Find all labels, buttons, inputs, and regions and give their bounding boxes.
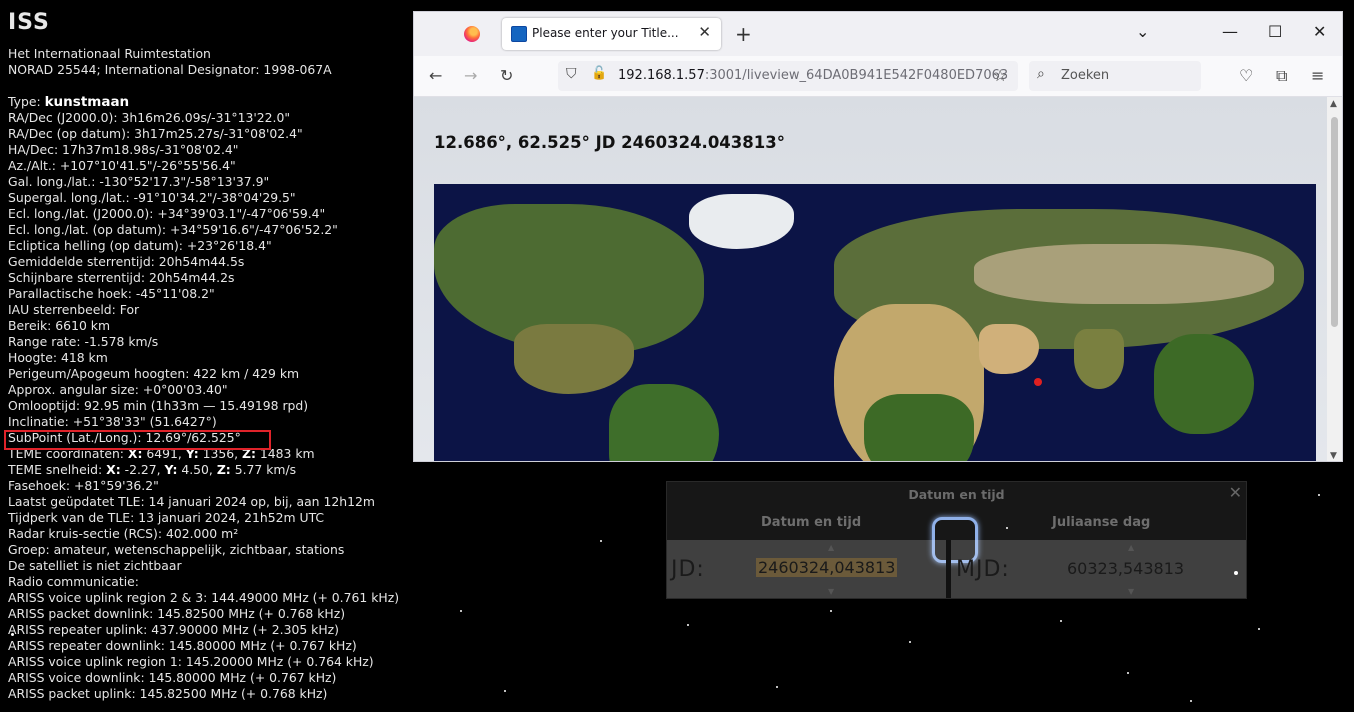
search-bar[interactable]: ⌕ Zoeken	[1029, 61, 1201, 91]
info-line: Ecl. long./lat. (J2000.0): +34°39'03.1"/…	[8, 206, 326, 221]
url-bar[interactable]: ⛉ 🔓 192.168.1.57:3001/liveview_64DA0B941…	[558, 61, 1018, 91]
object-type-line: Type: kunstmaan	[8, 94, 130, 110]
info-lines-bottom: Fasehoek: +81°59'36.2" Laatst geüpdatet T…	[8, 478, 448, 702]
info-line: ARISS voice downlink: 145.80000 MHz (+ 0…	[8, 670, 337, 685]
info-line: IAU sterrenbeeld: For	[8, 302, 140, 317]
info-line: ARISS repeater downlink: 145.80000 MHz (…	[8, 638, 357, 653]
date-time-dialog: Datum en tijd ✕ Datum en tijd Juliaanse …	[666, 481, 1247, 599]
pocket-icon[interactable]: ♡	[1239, 66, 1253, 85]
info-line: ARISS voice uplink region 1: 145.20000 M…	[8, 654, 374, 669]
object-title: ISS	[8, 10, 50, 35]
navigation-toolbar: ← → ↻ ⛉ 🔓 192.168.1.57:3001/liveview_64D…	[414, 56, 1342, 97]
info-lines: RA/Dec (J2000.0): 3h16m26.09s/-31°13'22.…	[8, 110, 448, 446]
info-line: Laatst geüpdatet TLE: 14 januari 2024 op…	[8, 494, 375, 509]
tab-datum-en-tijd[interactable]: Datum en tijd	[761, 515, 861, 530]
info-line: ARISS packet downlink: 145.82500 MHz (+ …	[8, 606, 346, 621]
divider	[946, 540, 951, 598]
scroll-down-icon[interactable]: ▼	[1330, 451, 1337, 461]
info-line: Range rate: -1.578 km/s	[8, 334, 159, 349]
info-line: Omlooptijd: 92.95 min (1h33m — 15.49198 …	[8, 398, 309, 413]
back-icon[interactable]: ←	[429, 66, 442, 85]
info-line: Inclinatie: +51°38'33" (51.6427°)	[8, 414, 217, 429]
window-close-icon[interactable]: ✕	[1313, 22, 1326, 41]
info-line: RA/Dec (J2000.0): 3h16m26.09s/-31°13'22.…	[8, 110, 291, 125]
info-line: Supergal. long./lat.: -91°10'34.2"/-38°0…	[8, 190, 296, 205]
page-content: 12.686°, 62.525° JD 2460324.043813°	[414, 97, 1329, 461]
info-line: ARISS repeater uplink: 437.90000 MHz (+ …	[8, 622, 339, 637]
bookmark-star-icon[interactable]: ☆	[993, 66, 1007, 85]
info-line: Schijnbare sterrentijd: 20h54m44.2s	[8, 270, 235, 285]
page-scrollbar[interactable]: ▲ ▼	[1327, 97, 1342, 461]
jd-increment-icon[interactable]: ▲	[828, 543, 834, 552]
info-line: Ecliptica helling (op datum): +23°26'18.…	[8, 238, 272, 253]
info-line: Gemiddelde sterrentijd: 20h54m44.5s	[8, 254, 245, 269]
info-line: Radar kruis-sectie (RCS): 402.000 m²	[8, 526, 239, 541]
new-tab-icon[interactable]: +	[735, 22, 752, 46]
info-line: Tijdperk van de TLE: 13 januari 2024, 21…	[8, 510, 325, 525]
info-line: Parallactische hoek: -45°11'08.2"	[8, 286, 215, 301]
info-line: Groep: amateur, wetenschappelijk, zichtb…	[8, 542, 345, 557]
mjd-decrement-icon[interactable]: ▼	[1128, 587, 1134, 596]
iss-position-marker	[1034, 378, 1042, 386]
tab-close-icon[interactable]: ✕	[698, 23, 711, 41]
subpoint-highlight-box	[4, 430, 271, 450]
mjd-label: MJD:	[956, 557, 1010, 582]
search-icon: ⌕	[1037, 66, 1045, 82]
search-placeholder: Zoeken	[1061, 68, 1110, 83]
browser-tab[interactable]: Please enter your Title... ✕	[502, 18, 721, 50]
info-line: RA/Dec (op datum): 3h17m25.27s/-31°08'02…	[8, 126, 303, 141]
teme-speed-line: TEME snelheid: X: -2.27, Y: 4.50, Z: 5.7…	[8, 462, 297, 477]
firefox-view-icon[interactable]	[464, 26, 480, 42]
dialog-close-icon[interactable]: ✕	[1229, 483, 1242, 502]
info-line: Radio communicatie:	[8, 574, 139, 589]
info-line: Fasehoek: +81°59'36.2"	[8, 478, 159, 493]
tab-title: Please enter your Title...	[532, 26, 679, 40]
info-line: Het Internationaal Ruimtestation	[8, 46, 211, 61]
jd-label: JD:	[671, 557, 705, 582]
jd-input[interactable]: 2460324,043813	[756, 558, 898, 577]
jd-decrement-icon[interactable]: ▼	[828, 587, 834, 596]
world-map	[434, 184, 1316, 461]
info-line: NORAD 25544; International Designator: 1…	[8, 62, 332, 77]
dialog-title: Datum en tijd	[908, 487, 1005, 502]
info-line: ARISS packet uplink: 145.82500 MHz (+ 0.…	[8, 686, 328, 701]
minimize-icon[interactable]: —	[1222, 22, 1238, 41]
info-line: Gal. long./lat.: -130°52'17.3"/-58°13'37…	[8, 174, 270, 189]
page-coordinates-text: 12.686°, 62.525° JD 2460324.043813°	[434, 133, 785, 152]
info-line: De satelliet is niet zichtbaar	[8, 558, 182, 573]
shield-icon[interactable]: ⛉	[566, 66, 577, 82]
list-tabs-icon[interactable]: ⌄	[1136, 22, 1149, 41]
tab-juliaanse-dag[interactable]: Juliaanse dag	[1052, 515, 1150, 530]
tab-bar: Please enter your Title... ✕ + ⌄ — ☐ ✕	[414, 12, 1342, 56]
info-line: ARISS voice uplink region 2 & 3: 144.490…	[8, 590, 400, 605]
maximize-icon[interactable]: ☐	[1268, 22, 1282, 41]
info-line: Perigeum/Apogeum hoogten: 422 km / 429 k…	[8, 366, 300, 381]
info-line: Ecl. long./lat. (op datum): +34°59'16.6"…	[8, 222, 338, 237]
page-favicon-icon	[511, 26, 527, 42]
info-line: Approx. angular size: +0°00'03.40"	[8, 382, 228, 397]
browser-window: Please enter your Title... ✕ + ⌄ — ☐ ✕ ←…	[413, 11, 1343, 462]
info-line: Hoogte: 418 km	[8, 350, 108, 365]
scroll-up-icon[interactable]: ▲	[1330, 99, 1337, 109]
reload-icon[interactable]: ↻	[500, 66, 513, 85]
info-line: Bereik: 6610 km	[8, 318, 111, 333]
forward-icon[interactable]: →	[464, 66, 477, 85]
object-info-panel: ISS Het Internationaal Ruimtestation NOR…	[8, 8, 448, 702]
info-line: Az./Alt.: +107°10'41.5"/-26°55'56.4"	[8, 158, 236, 173]
url-text[interactable]: 192.168.1.57:3001/liveview_64DA0B941E542…	[618, 68, 1008, 83]
menu-icon[interactable]: ≡	[1311, 66, 1324, 85]
insecure-lock-icon[interactable]: 🔓	[591, 66, 607, 81]
extensions-icon[interactable]: ⧉	[1276, 66, 1287, 86]
scrollbar-thumb[interactable]	[1331, 117, 1338, 327]
mjd-increment-icon[interactable]: ▲	[1128, 543, 1134, 552]
mjd-input[interactable]: 60323,543813	[1067, 559, 1184, 578]
info-line: HA/Dec: 17h37m18.98s/-31°08'02.4"	[8, 142, 239, 157]
